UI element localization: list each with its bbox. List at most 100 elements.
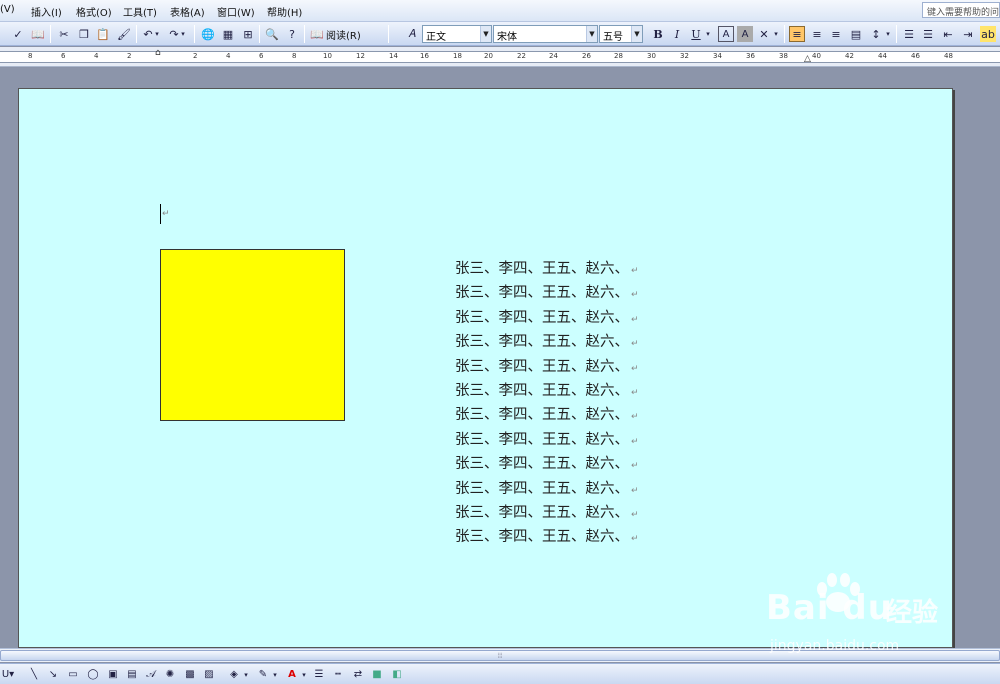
horizontal-scrollbar[interactable]: ⦙⦙⦙ (0, 648, 1000, 662)
font-select[interactable]: 宋体 ▼ (493, 25, 598, 43)
char-scaling-icon[interactable]: ✕ (756, 26, 772, 42)
draw-menu-dropdown-icon[interactable]: U▾ (0, 667, 16, 682)
vertical-textbox-icon[interactable]: ▤ (124, 667, 140, 682)
help-search-input[interactable]: 键入需要帮助的问题 (922, 2, 1000, 18)
line-color-icon[interactable]: ✎ (255, 667, 271, 682)
font-select-value: 宋体 (497, 32, 517, 43)
shadow-icon[interactable]: ■ (369, 667, 385, 682)
ruler-number: 2 (193, 52, 198, 60)
text-line: 张三、李四、王五、赵六、 ↵ (455, 261, 639, 277)
clipart-icon[interactable]: ▩ (182, 667, 198, 682)
menu-insert[interactable]: 插入(I) (31, 4, 62, 19)
read-mode-button[interactable]: 阅读(R) (326, 27, 361, 42)
distributed-icon[interactable]: ▤ (848, 26, 864, 42)
drawing-toolbar: U▾ ╲ ↘ ▭ ◯ ▣ ▤ 𝒜 ✺ ▩ ▨ ◈ ▾ ✎ ▾ A ▾ ☰ ┅ ⇄… (0, 663, 1000, 684)
toolbar-separator (388, 25, 389, 43)
underline-dropdown-icon[interactable]: ▾ (704, 26, 712, 42)
underline-icon[interactable]: U (688, 26, 704, 42)
char-shading-icon[interactable]: A (737, 26, 753, 42)
right-indent-marker-icon[interactable]: △ (804, 54, 811, 64)
font-size-select-value: 五号 (603, 32, 623, 43)
read-mode-icon[interactable]: 📖 (309, 26, 325, 42)
line-style-icon[interactable]: ☰ (311, 667, 327, 682)
numbering-icon[interactable]: ☰ (901, 26, 917, 42)
chevron-down-icon[interactable]: ▼ (480, 26, 491, 42)
redo-dropdown-icon[interactable]: ▾ (179, 26, 187, 42)
bullets-icon[interactable]: ☰ (920, 26, 936, 42)
ruler-number: 28 (614, 52, 623, 60)
textbox-icon[interactable]: ▣ (105, 667, 121, 682)
yellow-rectangle-shape[interactable] (160, 249, 345, 421)
insert-table-icon[interactable]: ⊞ (240, 26, 256, 42)
chevron-down-icon[interactable]: ▼ (586, 26, 597, 42)
horizontal-ruler[interactable]: 8 6 4 2 2 4 6 8 10 12 14 16 18 20 22 24 … (0, 47, 1000, 67)
arrow-icon[interactable]: ↘ (45, 667, 61, 682)
font-color-dropdown-icon[interactable]: ▾ (300, 667, 308, 682)
scrollbar-thumb[interactable]: ⦙⦙⦙ (0, 650, 1000, 661)
menu-window[interactable]: 窗口(W) (217, 4, 255, 19)
highlight-icon[interactable]: ab (980, 26, 996, 42)
align-center-icon[interactable]: ≡ (809, 26, 825, 42)
align-right-icon[interactable]: ≡ (828, 26, 844, 42)
ruler-number: 16 (420, 52, 429, 60)
toolbar-separator (136, 25, 137, 43)
chevron-down-icon[interactable]: ▼ (631, 26, 642, 42)
style-select[interactable]: 正文 ▼ (422, 25, 492, 43)
help-icon[interactable]: ? (284, 26, 300, 42)
ruler-number: 6 (61, 52, 66, 60)
menu-help[interactable]: 帮助(H) (267, 4, 302, 19)
print-preview-icon[interactable]: 🔍 (264, 26, 280, 42)
paste-icon[interactable]: 📋 (95, 26, 111, 42)
text-block[interactable]: 张三、李四、王五、赵六、 ↵ 张三、李四、王五、赵六、 ↵ 张三、李四、王五、赵六、… (455, 257, 639, 550)
hyperlink-icon[interactable]: 🌐 (200, 26, 216, 42)
format-painter-icon[interactable]: 🖌 (116, 26, 132, 42)
tables-borders-icon[interactable]: ▦ (220, 26, 236, 42)
ruler-number: 32 (680, 52, 689, 60)
font-size-select[interactable]: 五号 ▼ (599, 25, 643, 43)
picture-icon[interactable]: ▨ (201, 667, 217, 682)
line-spacing-dropdown-icon[interactable]: ▾ (884, 26, 892, 42)
wordart-icon[interactable]: 𝒜 (143, 667, 159, 682)
align-justify-icon[interactable]: ≡ (789, 26, 805, 42)
char-scaling-dropdown-icon[interactable]: ▾ (772, 26, 780, 42)
line-spacing-icon[interactable]: ↕ (868, 26, 884, 42)
document-page[interactable]: ↵ 张三、李四、王五、赵六、 ↵ 张三、李四、王五、赵六、 ↵ 张三、李四、王五、赵… (18, 88, 953, 648)
ruler-number: 22 (517, 52, 526, 60)
styles-icon[interactable]: 𝐴 (404, 26, 420, 42)
rectangle-icon[interactable]: ▭ (65, 667, 81, 682)
decrease-indent-icon[interactable]: ⇤ (940, 26, 956, 42)
arrow-style-icon[interactable]: ⇄ (350, 667, 366, 682)
dash-style-icon[interactable]: ┅ (330, 667, 346, 682)
italic-icon[interactable]: I (669, 26, 685, 42)
ruler-number: 18 (453, 52, 462, 60)
toolbar-separator (50, 25, 51, 43)
bold-icon[interactable]: B (650, 26, 666, 42)
font-color-icon[interactable]: A (284, 667, 300, 682)
menu-view[interactable]: (V) (0, 4, 15, 15)
document-area: ↵ 张三、李四、王五、赵六、 ↵ 张三、李四、王五、赵六、 ↵ 张三、李四、王五、赵… (0, 68, 1000, 648)
menu-tools[interactable]: 工具(T) (123, 4, 157, 19)
menu-table[interactable]: 表格(A) (170, 4, 205, 19)
ruler-number: 40 (812, 52, 821, 60)
ruler-number: 4 (94, 52, 99, 60)
ruler-number: 4 (226, 52, 231, 60)
cut-icon[interactable]: ✂ (56, 26, 72, 42)
fill-color-icon[interactable]: ◈ (226, 667, 242, 682)
increase-indent-icon[interactable]: ⇥ (960, 26, 976, 42)
spelling-icon[interactable]: ✓ (10, 26, 26, 42)
char-border-icon[interactable]: A (718, 26, 734, 42)
research-icon[interactable]: 📖 (30, 26, 46, 42)
line-icon[interactable]: ╲ (26, 667, 42, 682)
line-color-dropdown-icon[interactable]: ▾ (271, 667, 279, 682)
ruler-number: 46 (911, 52, 920, 60)
indent-marker-icon[interactable]: ⌂ (155, 48, 161, 58)
diagram-icon[interactable]: ✺ (162, 667, 178, 682)
menu-format[interactable]: 格式(O) (76, 4, 112, 19)
copy-icon[interactable]: ❐ (76, 26, 92, 42)
3d-icon[interactable]: ◧ (389, 667, 405, 682)
text-line: 张三、李四、王五、赵六、 ↵ (455, 504, 639, 521)
fill-color-dropdown-icon[interactable]: ▾ (242, 667, 250, 682)
ruler-number: 10 (323, 52, 332, 60)
oval-icon[interactable]: ◯ (85, 667, 101, 682)
undo-dropdown-icon[interactable]: ▾ (153, 26, 161, 42)
